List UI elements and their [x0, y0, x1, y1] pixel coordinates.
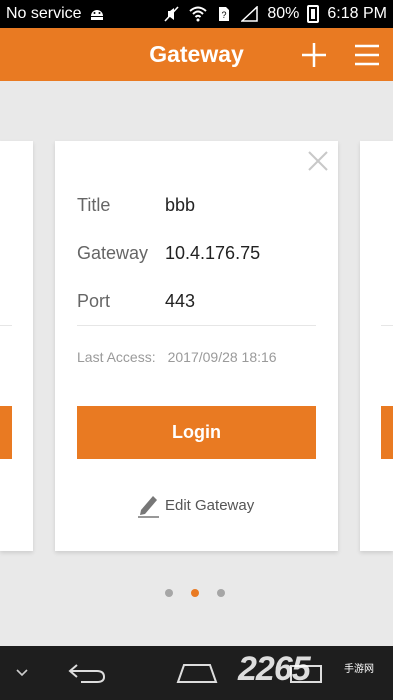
- next-login-button[interactable]: [381, 406, 393, 459]
- signal-icon: [241, 6, 259, 22]
- gateway-card: Title bbb Gateway 10.4.176.75 Port 443 L…: [55, 141, 338, 551]
- watermark-logo: 2265: [238, 650, 311, 688]
- sim-alert-icon: ?: [219, 7, 230, 21]
- gateway-card-previous[interactable]: [0, 141, 33, 551]
- carrier-text: No service: [6, 5, 82, 22]
- battery-percent: 80%: [267, 5, 300, 22]
- field-value: 443: [165, 290, 196, 311]
- last-access-label: Last Access:: [77, 349, 156, 365]
- field-row-title: Title bbb: [77, 193, 316, 217]
- nav-home-button[interactable]: [172, 646, 222, 700]
- close-icon[interactable]: [307, 150, 329, 172]
- svg-text:?: ?: [222, 10, 227, 20]
- wifi-icon: [189, 6, 208, 22]
- card-divider: [0, 325, 12, 326]
- last-access: Last Access: 2017/09/28 18:16: [77, 349, 277, 365]
- last-access-value: 2017/09/28 18:16: [167, 349, 277, 365]
- hamburger-icon: [355, 44, 379, 65]
- app-header: Gateway: [0, 28, 393, 81]
- field-value: bbb: [165, 194, 196, 215]
- plus-icon: [302, 42, 326, 67]
- battery-icon: [307, 5, 320, 23]
- card-divider: [77, 325, 316, 326]
- android-icon: [90, 10, 103, 20]
- field-label: Gateway: [77, 242, 149, 263]
- page-dot[interactable]: [217, 589, 225, 597]
- back-icon: [68, 664, 106, 683]
- previous-login-button[interactable]: [0, 406, 12, 459]
- home-icon: [176, 664, 218, 683]
- edit-gateway-link[interactable]: Edit Gateway: [137, 491, 254, 519]
- watermark-subtitle: 手游网: [344, 664, 374, 675]
- status-bar: No service ? 80% 6:18 PM: [0, 0, 393, 28]
- edit-gateway-label: Edit Gateway: [165, 496, 255, 514]
- nav-back-button[interactable]: [62, 646, 112, 700]
- field-label: Port: [77, 290, 111, 311]
- chevron-down-icon: [16, 669, 28, 677]
- card-divider: [381, 325, 393, 326]
- page-dot[interactable]: [165, 589, 173, 597]
- nav-collapse-button[interactable]: [10, 646, 34, 700]
- field-row-port: Port 443: [77, 289, 316, 313]
- menu-button[interactable]: [345, 28, 389, 81]
- clock: 6:18 PM: [327, 5, 387, 22]
- system-nav-bar: [0, 646, 393, 700]
- pagination-dots: [165, 589, 225, 597]
- field-value: 10.4.176.75: [165, 242, 261, 263]
- field-label: Title: [77, 194, 111, 215]
- gateway-card-next[interactable]: [360, 141, 393, 551]
- add-gateway-button[interactable]: [292, 28, 336, 81]
- pencil-icon: [138, 496, 159, 518]
- field-row-gateway: Gateway 10.4.176.75: [77, 241, 316, 265]
- login-button[interactable]: Login: [77, 406, 316, 459]
- page-dot-active[interactable]: [191, 589, 199, 597]
- mute-icon: [164, 6, 179, 22]
